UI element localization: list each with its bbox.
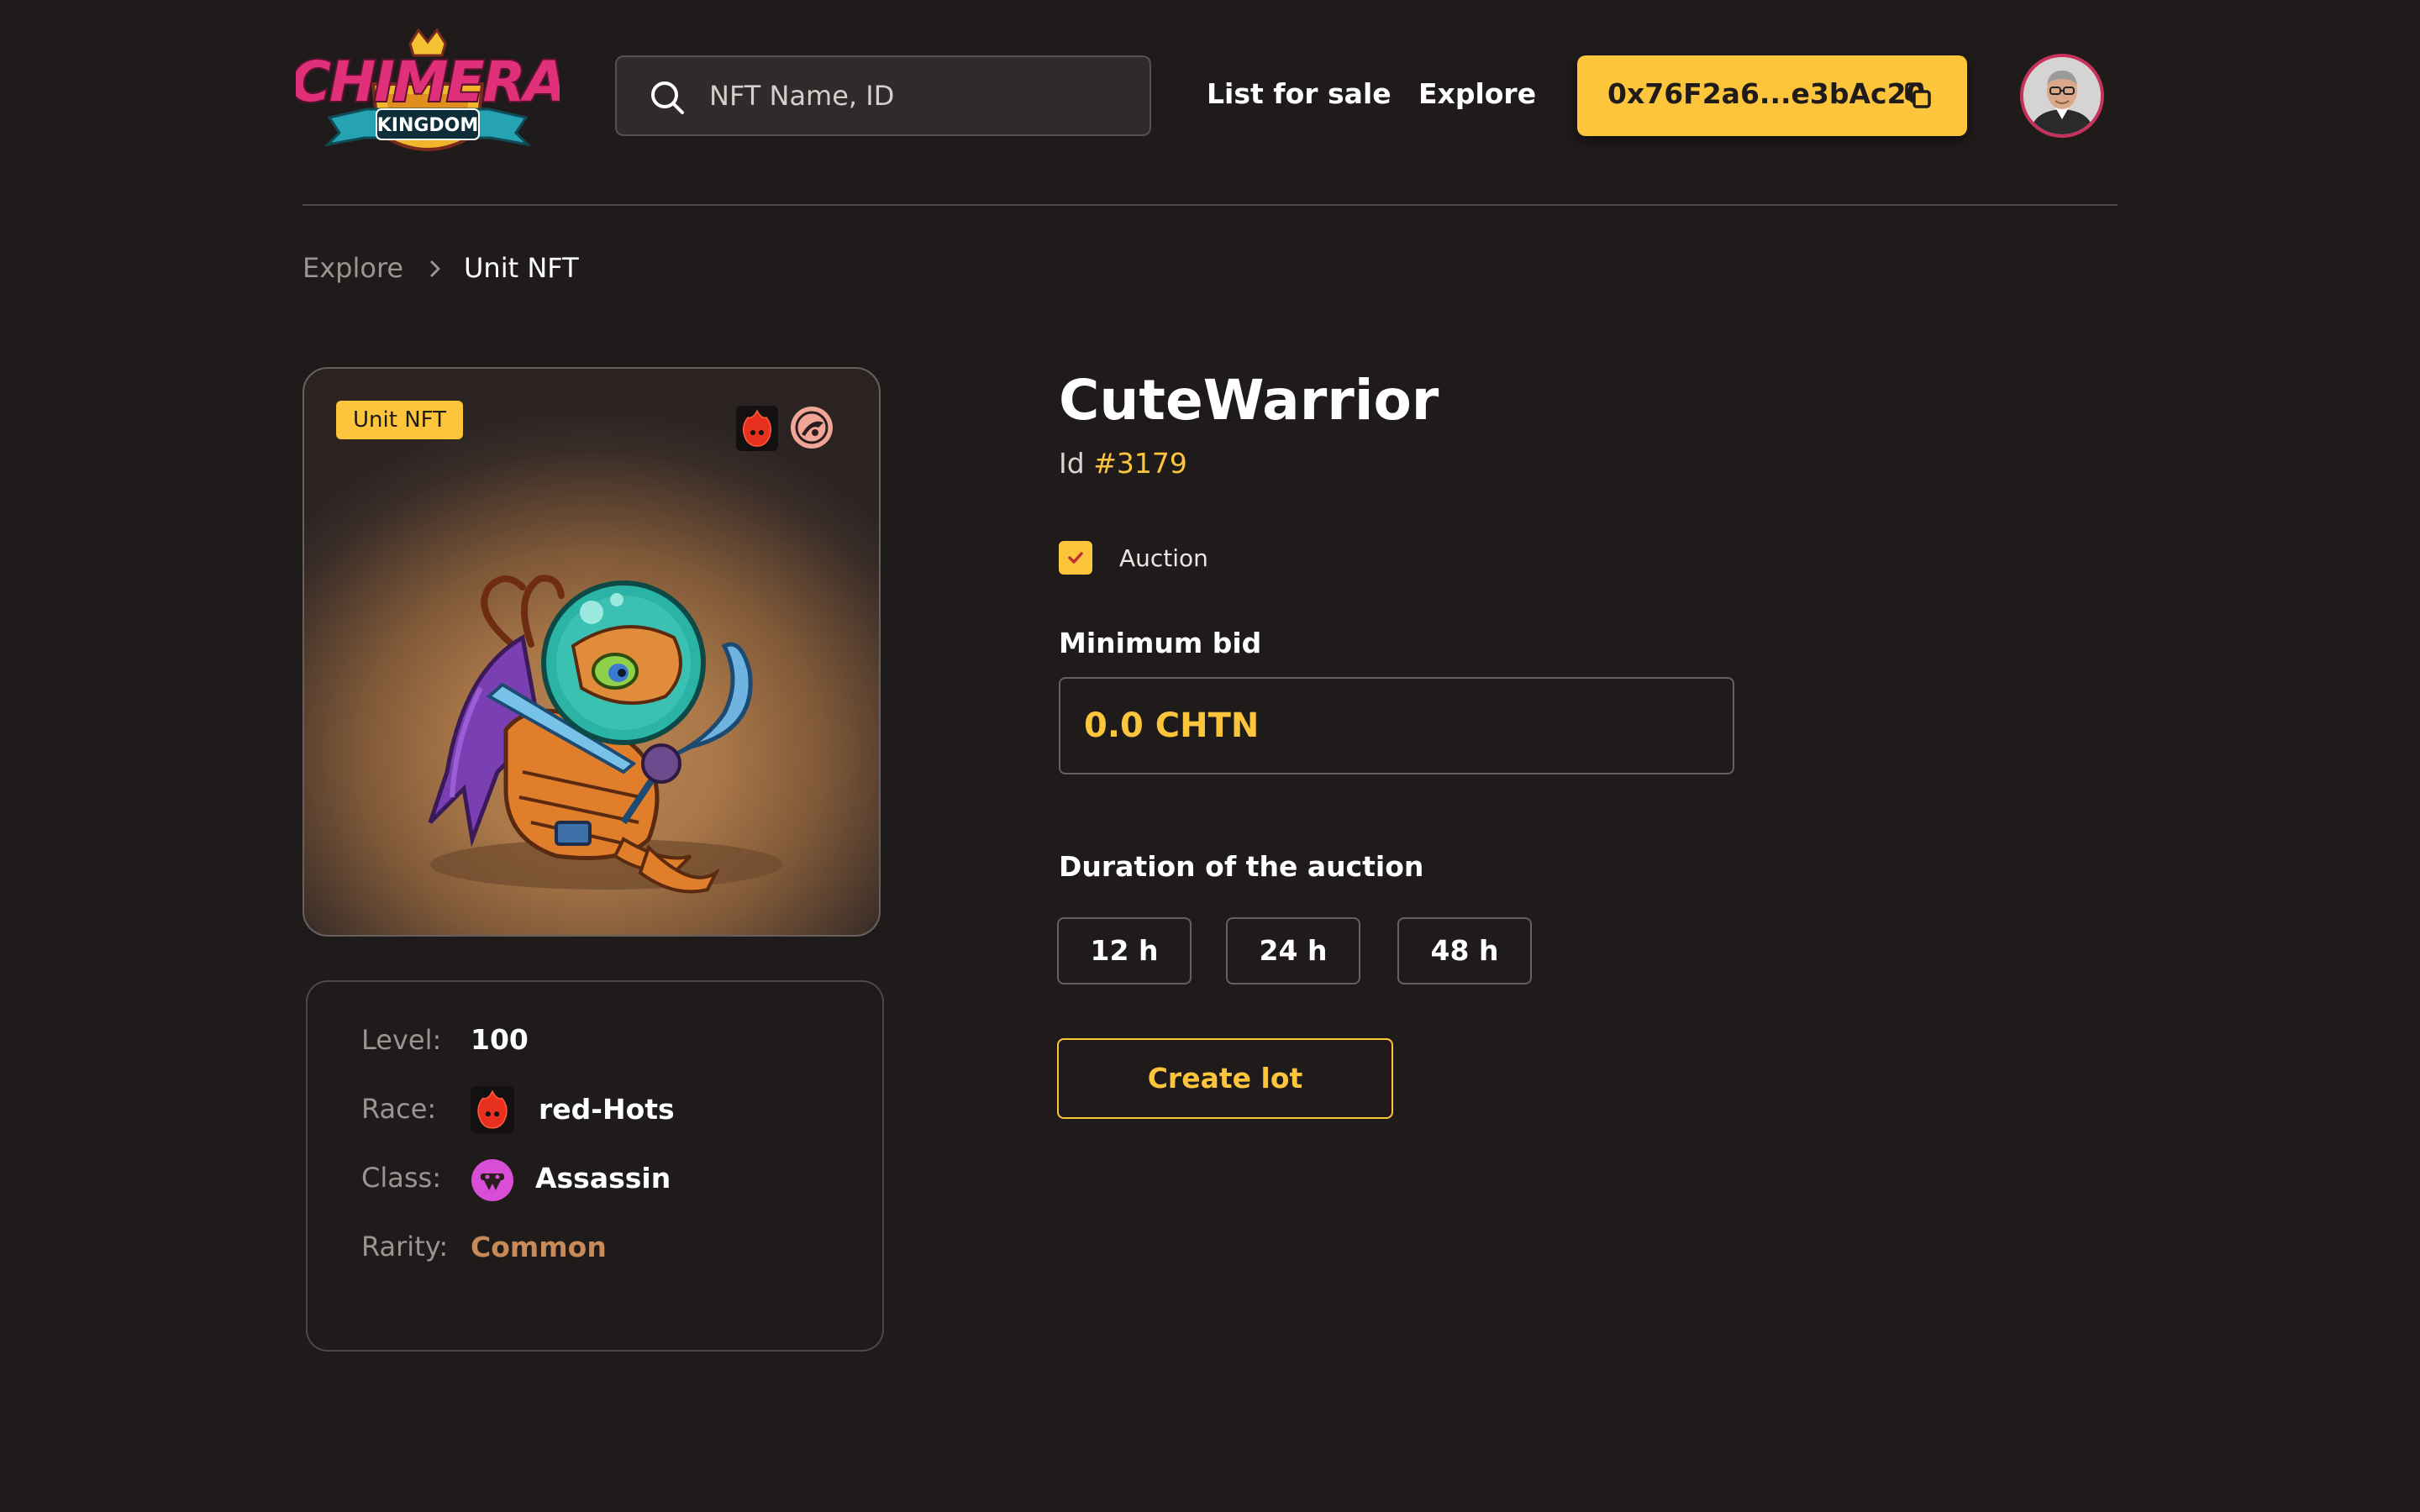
create-lot-button[interactable]: Create lot: [1057, 1038, 1393, 1119]
duration-12h-button[interactable]: 12 h: [1057, 917, 1192, 984]
red-hots-flame-icon: [471, 1086, 514, 1133]
nft-id-value: #3179: [1093, 447, 1187, 480]
auction-duration-label: Duration of the auction: [1059, 850, 1424, 883]
level-label: Level:: [361, 1024, 442, 1056]
rarity-value: Common: [471, 1231, 607, 1263]
duration-48h-button[interactable]: 48 h: [1397, 917, 1532, 984]
assassin-class-icon: [471, 1159, 513, 1201]
minimum-bid-label: Minimum bid: [1059, 627, 1262, 659]
nav-explore[interactable]: Explore: [1418, 77, 1536, 110]
level-value: 100: [471, 1023, 529, 1056]
rarity-label: Rarity:: [361, 1231, 449, 1263]
search-icon: [651, 81, 684, 114]
svg-text:CHIMERA: CHIMERA: [296, 50, 560, 114]
user-avatar[interactable]: [2020, 54, 2104, 138]
nft-type-badge: Unit NFT: [336, 401, 464, 439]
nft-stats-card: Level: 100 Race: red-Hots Class: Assassi…: [306, 980, 884, 1352]
check-icon: [1068, 552, 1083, 564]
nft-id: Id #3179: [1059, 447, 1187, 480]
nft-id-label: Id: [1059, 447, 1085, 480]
nft-character-image: [428, 575, 783, 894]
minimum-bid-field[interactable]: [1059, 677, 1734, 774]
page: CHIMERA KINGDOM List for sale Explore 0x…: [0, 0, 2420, 1512]
wallet-address-button[interactable]: 0x76F2a6...e3bAc20: [1577, 55, 1967, 136]
race-label: Race:: [361, 1093, 437, 1125]
duration-24h-button[interactable]: 24 h: [1226, 917, 1360, 984]
chimera-kingdom-logo[interactable]: CHIMERA KINGDOM: [289, 25, 568, 165]
wallet-address: 0x76F2a6...e3bAc20: [1607, 77, 1926, 110]
nav-list-for-sale[interactable]: List for sale: [1207, 77, 1392, 110]
red-hots-flame-icon: [736, 406, 778, 451]
search-input[interactable]: [709, 57, 1129, 134]
copy-icon[interactable]: [1903, 81, 1933, 111]
minimum-bid-input[interactable]: [1084, 679, 1706, 773]
auction-checkbox[interactable]: [1059, 541, 1092, 575]
header-divider: [302, 204, 2118, 206]
search-bar[interactable]: [615, 55, 1151, 136]
nft-title: CuteWarrior: [1059, 368, 1439, 433]
nft-image-card: Unit NFT: [302, 367, 881, 937]
breadcrumb-explore-link[interactable]: Explore: [302, 252, 403, 284]
class-label: Class:: [361, 1162, 441, 1194]
chevron-right-icon: [430, 260, 440, 277]
assassin-class-icon: [791, 407, 833, 449]
svg-text:KINGDOM: KINGDOM: [377, 115, 479, 136]
breadcrumb-current: Unit NFT: [464, 252, 579, 284]
auction-checkbox-label[interactable]: Auction: [1119, 544, 1208, 572]
race-value: red-Hots: [539, 1093, 675, 1126]
class-value: Assassin: [535, 1162, 671, 1194]
